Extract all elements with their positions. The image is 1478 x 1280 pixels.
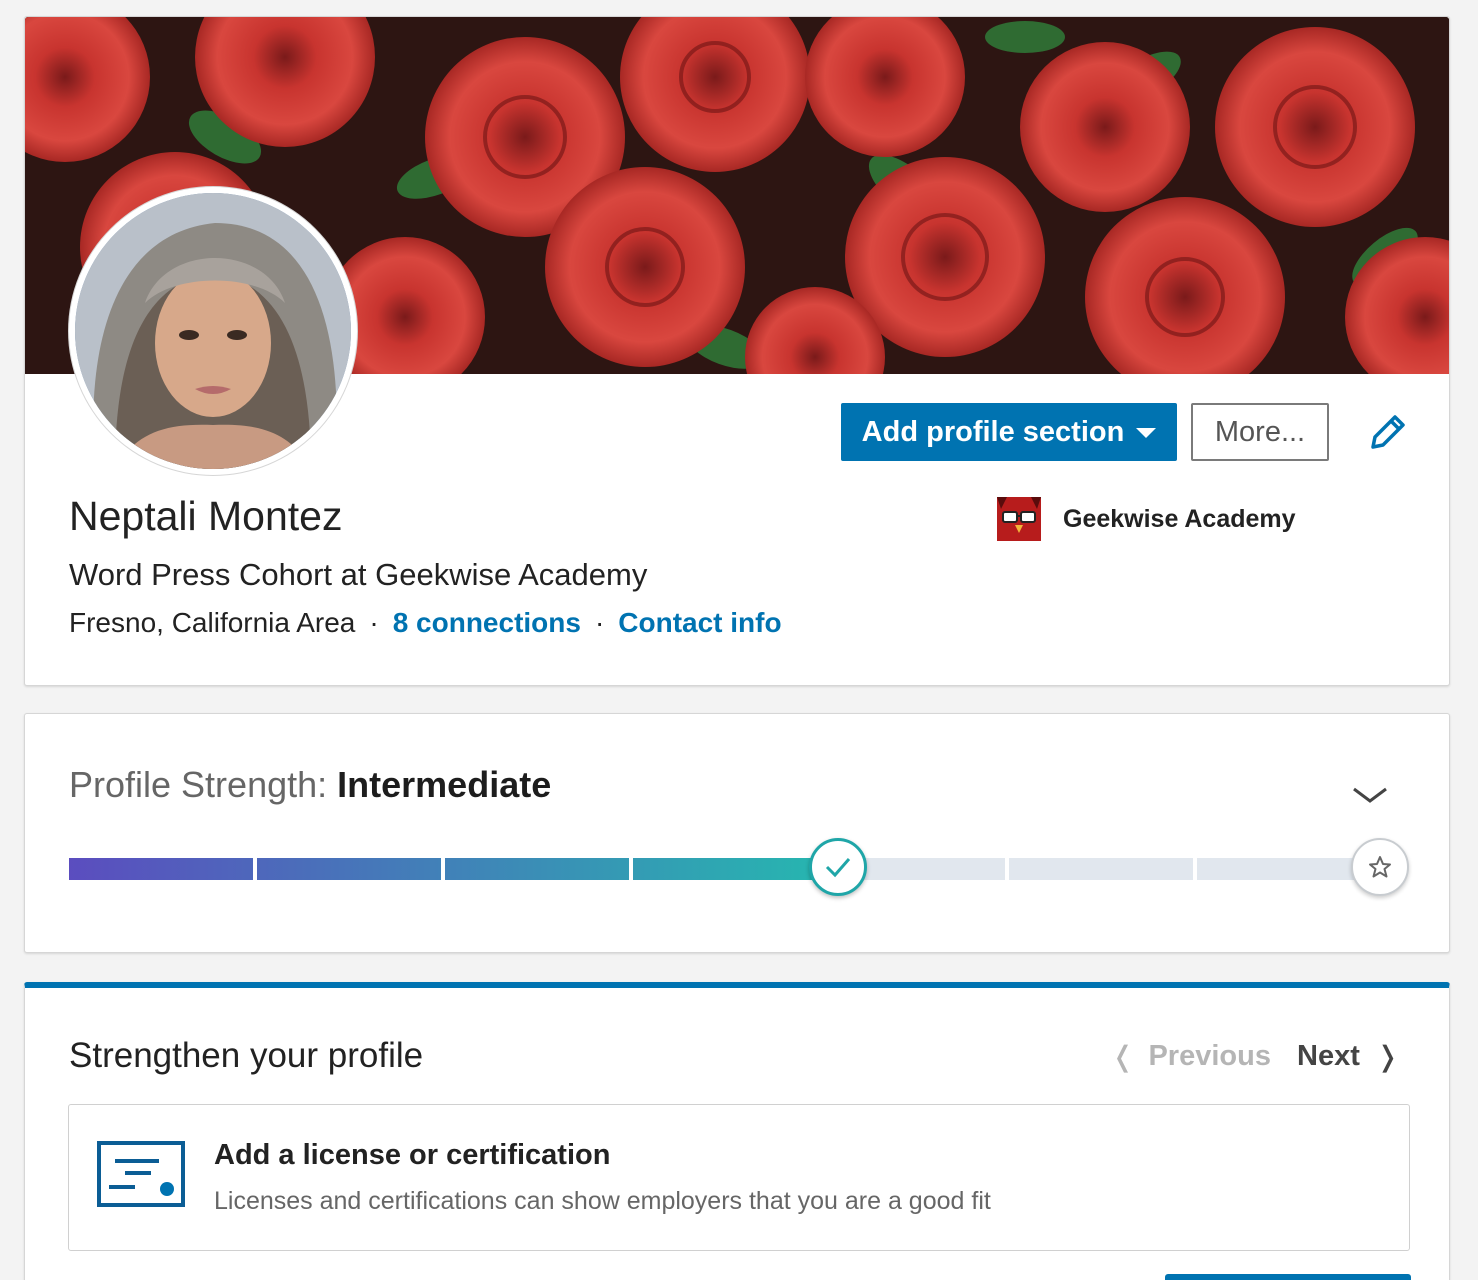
profile-name: Neptali Montez (69, 493, 343, 539)
strength-segment (633, 858, 817, 880)
chevron-right-icon: ❭ (1375, 1041, 1400, 1072)
strengthen-profile-card: Strengthen your profile ❬ Previous Next … (24, 982, 1450, 1280)
star-icon (1351, 838, 1409, 896)
strengthen-title: Strengthen your profile (69, 1036, 424, 1075)
separator-dot: · (594, 607, 605, 638)
profile-strength-meter (69, 858, 1381, 880)
next-label: Next (1297, 1040, 1360, 1072)
connections-link[interactable]: 8 connections (393, 607, 581, 638)
suggestion-description: Licenses and certifications can show emp… (214, 1187, 991, 1215)
next-button[interactable]: Next ❭ (1297, 1040, 1399, 1073)
suggestion-card[interactable]: Add a license or certification Licenses … (68, 1104, 1410, 1251)
profile-meta: Fresno, California Area · 8 connections · Co… (69, 607, 782, 639)
profile-strength-label: Profile Strength: (69, 764, 328, 805)
profile-location: Fresno, California Area (69, 607, 356, 638)
chevron-left-icon: ❬ (1111, 1041, 1135, 1072)
chevron-down-icon[interactable] (1351, 784, 1389, 806)
add-profile-section-label: Add profile section (861, 415, 1125, 448)
profile-photo[interactable] (69, 187, 357, 475)
current-company[interactable]: Geekwise Academy (997, 497, 1296, 541)
more-button[interactable]: More... (1191, 403, 1329, 461)
suggestion-title: Add a license or certification (214, 1139, 611, 1171)
profile-strength-level: Intermediate (337, 764, 552, 805)
checkmark-icon (809, 838, 867, 896)
previous-label: Previous (1148, 1040, 1271, 1072)
strength-segment (445, 858, 629, 880)
company-logo (997, 497, 1041, 541)
profile-strength-card: Profile Strength: Intermediate (24, 713, 1450, 953)
company-name: Geekwise Academy (1063, 504, 1296, 533)
profile-strength-title: Profile Strength: Intermediate (69, 764, 551, 806)
strength-segment (69, 858, 253, 880)
certificate-icon (97, 1141, 185, 1207)
strength-segment (257, 858, 441, 880)
contact-info-link[interactable]: Contact info (618, 607, 781, 638)
profile-card: Add profile section More... Neptali Mont… (24, 16, 1450, 686)
strength-segment (1009, 858, 1193, 880)
profile-headline: Word Press Cohort at Geekwise Academy (69, 557, 648, 592)
previous-button[interactable]: ❬ Previous (1111, 1040, 1271, 1073)
pencil-icon[interactable] (1365, 411, 1409, 455)
caret-down-icon (1136, 428, 1157, 438)
add-profile-section-button[interactable]: Add profile section (841, 403, 1177, 461)
separator-dot: · (369, 607, 379, 638)
suggestion-action-button[interactable] (1165, 1274, 1411, 1280)
